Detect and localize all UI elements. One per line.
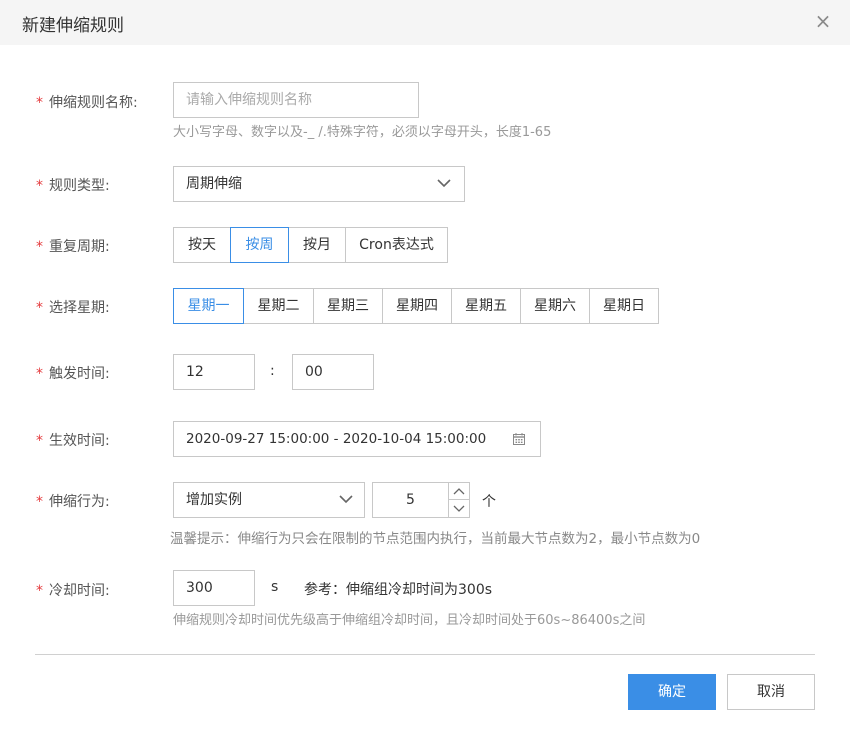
quantity-stepper — [448, 482, 470, 518]
weekday-option-tue[interactable]: 星期二 — [243, 288, 314, 324]
footer-divider — [35, 654, 815, 655]
type-select-value: 周期伸缩 — [186, 176, 242, 192]
name-input[interactable]: 请输入伸缩规则名称 — [173, 82, 419, 118]
dialog-header: 新建伸缩规则 × — [0, 0, 850, 45]
type-label: * 规则类型: — [36, 178, 110, 194]
action-label: * 伸缩行为: — [36, 494, 110, 510]
close-icon[interactable]: × — [812, 10, 834, 32]
cooldown-hint: 伸缩规则冷却时间优先级高于伸缩组冷却时间，且冷却时间处于60s~86400s之间 — [173, 613, 646, 628]
period-label: * 重复周期: — [36, 239, 110, 255]
action-select-value: 增加实例 — [186, 492, 242, 508]
stepper-down-button[interactable] — [449, 500, 469, 517]
chevron-down-icon — [339, 495, 353, 504]
trigger-hour-input[interactable]: 12 — [173, 354, 255, 390]
weekday-option-sat[interactable]: 星期六 — [520, 288, 590, 324]
calendar-icon[interactable] — [512, 432, 526, 446]
effective-time-label: * 生效时间: — [36, 433, 110, 449]
period-option-cron[interactable]: Cron表达式 — [345, 227, 448, 263]
weekday-option-wed[interactable]: 星期三 — [313, 288, 383, 324]
cooldown-reference: 参考：伸缩组冷却时间为300s — [304, 582, 493, 598]
weekday-option-sun[interactable]: 星期日 — [589, 288, 659, 324]
period-option-day[interactable]: 按天 — [173, 227, 231, 263]
chevron-down-icon — [453, 505, 465, 512]
chevron-down-icon — [437, 179, 451, 188]
stepper-up-button[interactable] — [449, 483, 469, 500]
effective-time-value: 2020-09-27 15:00:00 - 2020-10-04 15:00:0… — [186, 431, 487, 447]
weekday-label: * 选择星期: — [36, 300, 110, 316]
period-segment: 按天 按周 按月 Cron表达式 — [173, 227, 448, 263]
type-select[interactable]: 周期伸缩 — [173, 166, 465, 202]
period-option-month[interactable]: 按月 — [288, 227, 346, 263]
required-mark: * — [36, 95, 43, 111]
cooldown-label: * 冷却时间: — [36, 583, 110, 599]
weekday-option-fri[interactable]: 星期五 — [451, 288, 521, 324]
name-placeholder: 请输入伸缩规则名称 — [186, 92, 312, 108]
trigger-time-label: * 触发时间: — [36, 366, 110, 382]
effective-time-range-input[interactable]: 2020-09-27 15:00:00 - 2020-10-04 15:00:0… — [173, 421, 541, 457]
name-label: * 伸缩规则名称: — [36, 95, 138, 111]
weekday-option-mon[interactable]: 星期一 — [173, 288, 244, 324]
name-hint: 大小写字母、数字以及-_ /.特殊字符，必须以字母开头，长度1-65 — [173, 125, 552, 140]
cooldown-input[interactable]: 300 — [173, 570, 255, 606]
trigger-minute-input[interactable]: 00 — [292, 354, 374, 390]
weekday-option-thu[interactable]: 星期四 — [382, 288, 452, 324]
action-hint: 温馨提示：伸缩行为只会在限制的节点范围内执行，当前最大节点数为2，最小节点数为0 — [170, 531, 701, 547]
period-option-week[interactable]: 按周 — [230, 227, 289, 263]
confirm-button[interactable]: 确定 — [628, 674, 716, 710]
cooldown-unit: s — [271, 579, 279, 595]
cancel-button[interactable]: 取消 — [727, 674, 815, 710]
action-select[interactable]: 增加实例 — [173, 482, 365, 518]
action-count-input[interactable]: 5 — [372, 482, 449, 518]
action-count-unit: 个 — [482, 494, 496, 510]
dialog-title: 新建伸缩规则 — [22, 16, 124, 36]
chevron-up-icon — [453, 488, 465, 495]
weekday-segment: 星期一 星期二 星期三 星期四 星期五 星期六 星期日 — [173, 288, 659, 324]
time-separator: : — [270, 363, 275, 379]
